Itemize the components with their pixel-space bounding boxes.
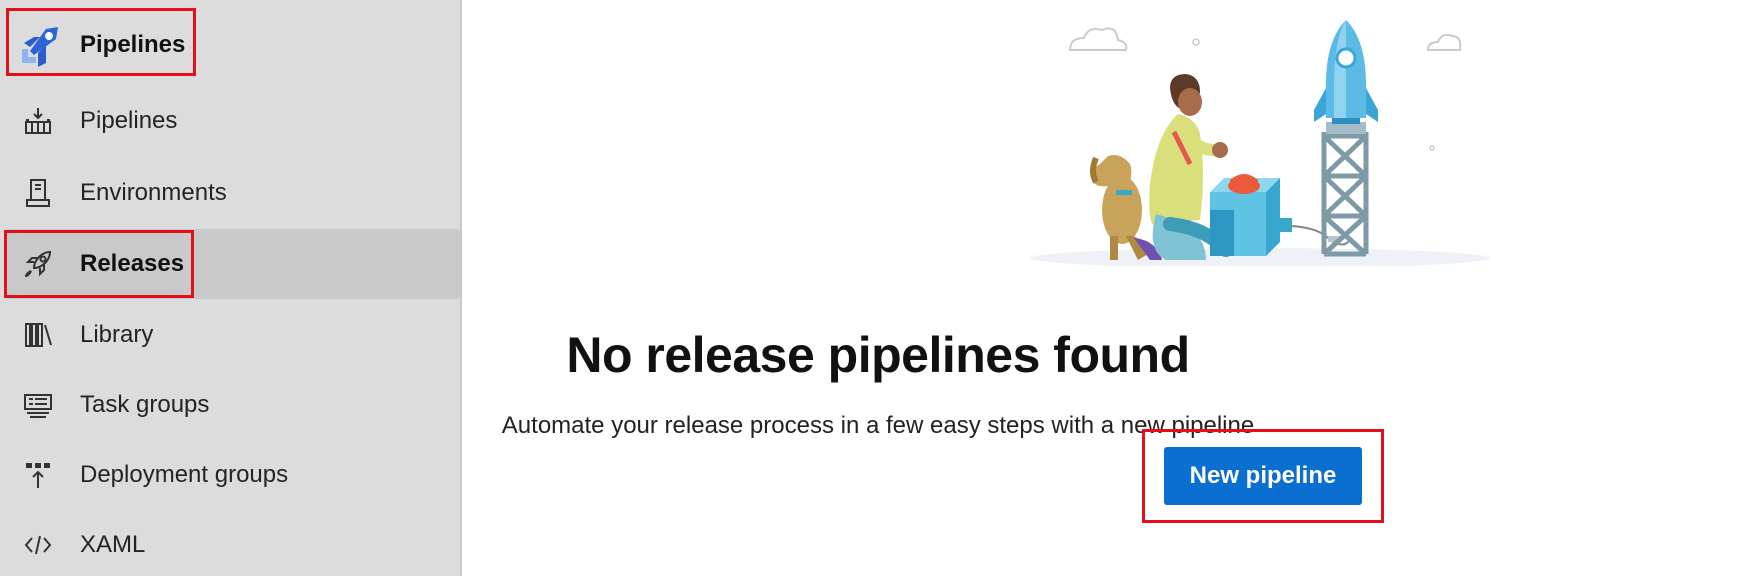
sidebar-header-pipelines[interactable]: Pipelines [0,10,460,80]
new-pipeline-button[interactable]: New pipeline [1164,447,1362,505]
code-brackets-icon [22,529,54,561]
pipelines-logo-icon [16,23,60,67]
environment-server-icon [22,177,54,209]
launch-tower [1321,132,1369,257]
sidebar-item-pipelines[interactable]: Pipelines [0,86,460,156]
pipeline-build-icon [22,105,54,137]
rocket-figure [1314,20,1378,124]
rocket-icon [22,248,54,280]
sidebar-item-deployment-groups[interactable]: Deployment groups [0,440,460,510]
sidebar-header-label: Pipelines [80,31,186,58]
sidebar-item-environments[interactable]: Environments [0,158,460,228]
sidebar-item-xaml[interactable]: XAML [0,510,460,580]
empty-state-illustration [1030,20,1490,266]
deployment-groups-icon [22,459,54,491]
sidebar-item-label: Pipelines [80,107,178,134]
sidebar-item-label: Deployment groups [80,461,289,488]
cloud-icon [1068,27,1128,51]
sidebar-item-label: XAML [80,531,146,558]
sidebar: Pipelines Pipelines Environments Release… [0,0,462,576]
empty-state-title: No release pipelines found [566,326,1190,383]
sidebar-item-label: Environments [80,179,227,206]
sidebar-item-releases[interactable]: Releases [4,229,460,299]
sidebar-item-label: Releases [80,250,185,277]
cloud-icon [1426,33,1462,51]
empty-state-description: Automate your release process in a few e… [501,412,1255,439]
